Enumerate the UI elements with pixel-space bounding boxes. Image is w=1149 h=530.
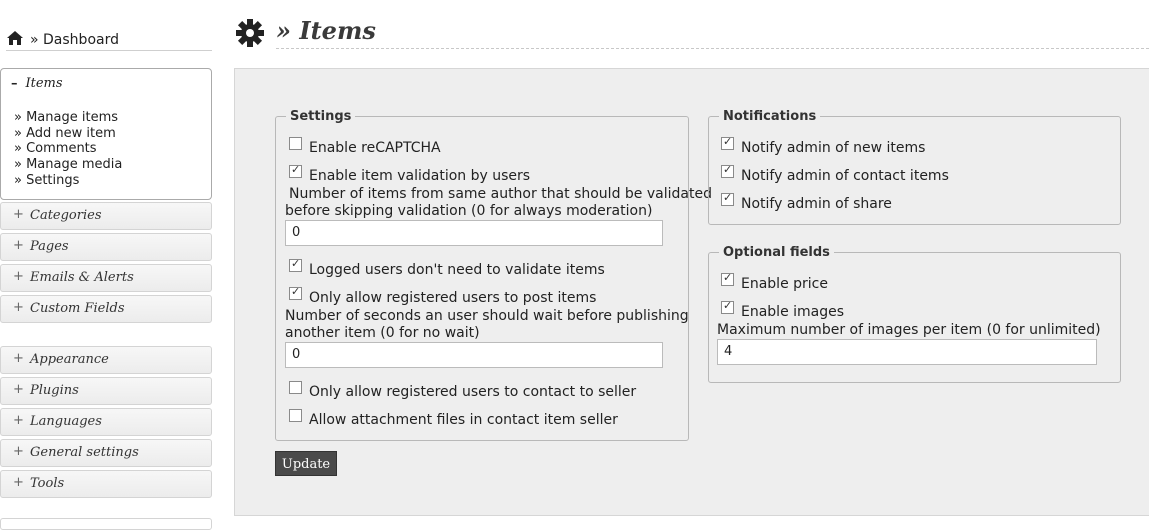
only-registered-post-checkbox[interactable] [289,285,302,300]
only-registered-post-label: Only allow registered users to post item… [309,290,597,306]
enable-images-label: Enable images [741,304,845,320]
max-images-label: Maximum number of images per item (0 for… [717,322,1101,338]
sidebar-link-add-new-item[interactable]: » Add new item [14,126,122,142]
settings-legend: Settings [290,109,352,124]
notify-share-label: Notify admin of share [741,196,892,212]
enable-recaptcha-checkbox[interactable] [289,137,302,150]
sidebar-item-custom-fields[interactable]: + Custom Fields [0,295,212,323]
sidebar-item-label: General settings [30,445,139,460]
sidebar-item-partial [0,518,212,530]
enable-validation-checkbox[interactable] [289,163,302,178]
sidebar-item-tools[interactable]: + Tools [0,470,212,498]
expand-icon: + [13,413,24,428]
expand-icon: + [13,444,24,459]
sidebar-item-plugins[interactable]: + Plugins [0,377,212,405]
title-divider [276,48,1149,49]
enable-price-checkbox[interactable] [721,271,734,286]
sidebar-section-items-header[interactable]: – Items [11,76,63,91]
sidebar-link-manage-items[interactable]: » Manage items [14,110,122,126]
wait-seconds-input[interactable]: 0 [285,342,663,368]
sidebar-item-label: Custom Fields [30,301,125,316]
title-text: Items [299,16,376,45]
sidebar-item-languages[interactable]: + Languages [0,408,212,436]
sidebar-link-settings[interactable]: » Settings [14,173,122,189]
notify-share-checkbox[interactable] [721,191,734,206]
sidebar-item-general-settings[interactable]: + General settings [0,439,212,467]
logged-no-validate-checkbox[interactable] [289,257,302,272]
sidebar-item-emails-alerts[interactable]: + Emails & Alerts [0,264,212,292]
update-button[interactable]: Update [275,451,337,476]
breadcrumb: » Dashboard [6,30,212,51]
collapse-icon[interactable]: – [11,76,18,91]
sidebar-item-appearance[interactable]: + Appearance [0,346,212,374]
sidebar-section-label: Items [25,76,63,91]
enable-validation-label: Enable item validation by users [309,168,531,184]
breadcrumb-separator: » [30,32,39,48]
validation-count-input[interactable]: 0 [285,220,663,246]
validation-count-label-1: Number of items from same author that sh… [289,186,712,202]
sidebar-item-label: Emails & Alerts [30,270,134,285]
sidebar-item-label: Languages [30,414,102,429]
sidebar-item-label: Categories [30,208,102,223]
sidebar-item-label: Pages [30,239,69,254]
sidebar-item-categories[interactable]: + Categories [0,202,212,230]
notify-new-items-checkbox[interactable] [721,135,734,150]
notify-new-items-label: Notify admin of new items [741,140,926,156]
expand-icon: + [13,382,24,397]
expand-icon: + [13,207,24,222]
title-separator: » [276,16,291,45]
notify-contact-items-checkbox[interactable] [721,163,734,178]
expand-icon: + [13,475,24,490]
allow-attachments-label: Allow attachment files in contact item s… [309,412,618,428]
page-title: » Items [276,16,376,45]
optional-fields-legend: Optional fields [723,245,830,260]
expand-icon: + [13,351,24,366]
only-registered-contact-label: Only allow registered users to contact t… [309,384,637,400]
max-images-input[interactable]: 4 [717,339,1097,365]
sidebar-item-label: Tools [30,476,65,491]
wait-seconds-label-1: Number of seconds an user should wait be… [285,308,689,324]
enable-recaptcha-label: Enable reCAPTCHA [309,140,441,156]
notifications-legend: Notifications [723,109,817,124]
logged-no-validate-label: Logged users don't need to validate item… [309,262,605,278]
sidebar-link-comments[interactable]: » Comments [14,141,122,157]
gear-icon [235,18,265,52]
sidebar-sublinks: » Manage items » Add new item » Comments… [14,110,122,189]
expand-icon: + [13,238,24,253]
dashboard-link[interactable]: Dashboard [43,32,119,48]
validation-count-label-2: before skipping validation (0 for always… [285,203,653,219]
sidebar-item-label: Plugins [30,383,79,398]
expand-icon: + [13,269,24,284]
allow-attachments-checkbox[interactable] [289,409,302,422]
enable-images-checkbox[interactable] [721,299,734,314]
home-icon[interactable] [6,30,24,50]
expand-icon: + [13,300,24,315]
wait-seconds-label-2: another item (0 for no wait) [285,325,480,341]
only-registered-contact-checkbox[interactable] [289,381,302,394]
sidebar-section-items: – Items » Manage items » Add new item » C… [0,68,212,200]
notify-contact-items-label: Notify admin of contact items [741,168,949,184]
sidebar-item-pages[interactable]: + Pages [0,233,212,261]
sidebar-link-manage-media[interactable]: » Manage media [14,157,122,173]
enable-price-label: Enable price [741,276,828,292]
sidebar-item-label: Appearance [30,352,109,367]
